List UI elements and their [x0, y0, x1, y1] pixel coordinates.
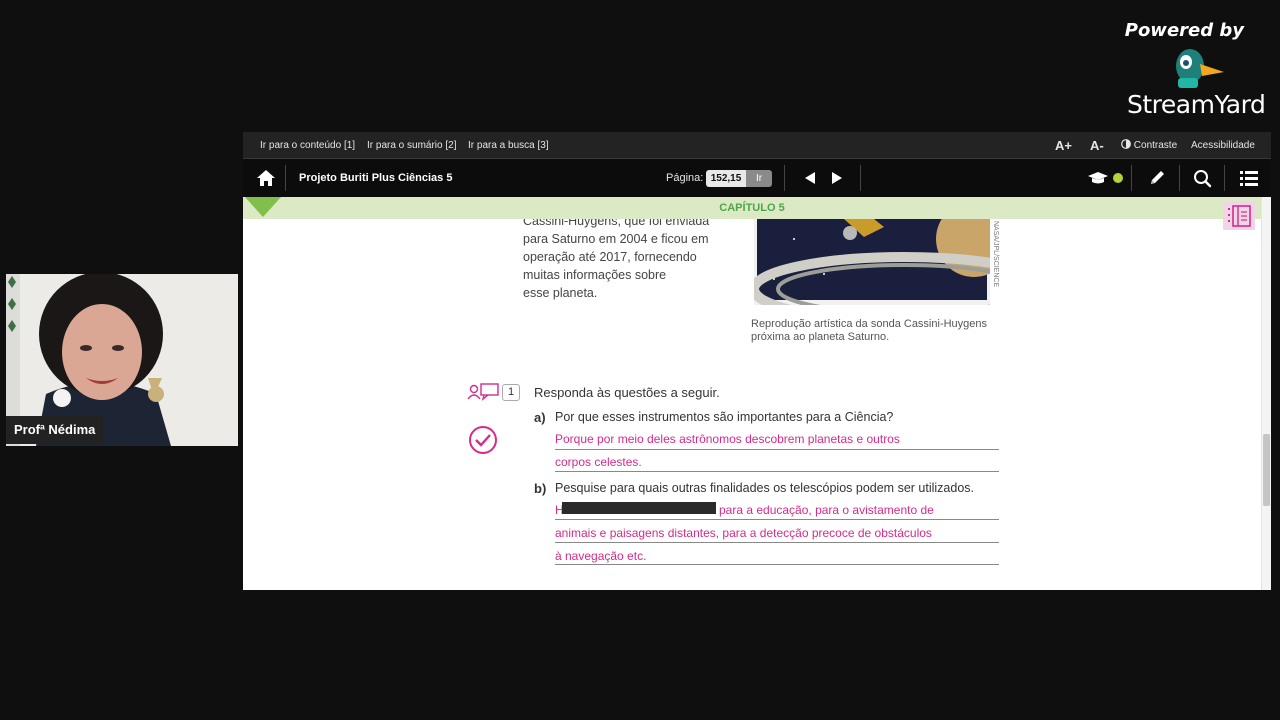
- answer-rule: [555, 449, 999, 450]
- intro-line: para Saturno em 2004 e ficou em: [523, 232, 709, 246]
- answer-rule: [555, 564, 999, 565]
- book-reader-window: Ir para o conteúdo [1] Ir para o sumário…: [243, 132, 1271, 590]
- skip-to-search-link[interactable]: Ir para a busca [3]: [468, 132, 549, 159]
- font-decrease-button[interactable]: A-: [1090, 132, 1104, 159]
- pencil-icon[interactable]: [1147, 168, 1169, 188]
- chapter-corner-marker: [245, 197, 281, 217]
- toolbar-divider: [1224, 165, 1225, 191]
- chapter-banner: CAPÍTULO 5: [243, 197, 1261, 219]
- image-caption: Reprodução artística da sonda Cassini-Hu…: [751, 318, 987, 344]
- main-toolbar: Projeto Buriti Plus Ciências 5 Página: 1…: [243, 159, 1271, 197]
- accessibility-bar: Ir para o conteúdo [1] Ir para o sumário…: [243, 132, 1271, 159]
- book-title: Projeto Buriti Plus Ciências 5: [299, 172, 453, 184]
- screen: Powered by StreamYard Profª Nédima Ir pa…: [0, 0, 1280, 720]
- answer-rule: [555, 519, 999, 520]
- page-label: Página:: [666, 172, 704, 184]
- answer-rule: [555, 542, 999, 543]
- answer-rule: [555, 471, 999, 472]
- accessibility-button[interactable]: Acessibilidade: [1191, 132, 1255, 159]
- question-number-badge: 1: [502, 384, 520, 401]
- previous-page-icon[interactable]: [799, 168, 821, 188]
- scrollbar-thumb[interactable]: [1263, 434, 1270, 506]
- item-a-answer-line: Porque por meio deles astrônomos descobr…: [555, 432, 900, 446]
- speaker-name-tag: Profª Nédima: [6, 416, 104, 444]
- home-icon[interactable]: [255, 168, 277, 188]
- intro-line: esse planeta.: [523, 286, 598, 300]
- checkmark-circle-icon[interactable]: [468, 425, 498, 455]
- skip-to-content-link[interactable]: Ir para o conteúdo [1]: [260, 132, 355, 159]
- next-page-icon[interactable]: [826, 168, 848, 188]
- toolbar-divider: [784, 165, 785, 191]
- intro-paragraph: Cassini-Huygens, que foi enviada para Sa…: [523, 219, 709, 302]
- page-number-input[interactable]: 152,15: [706, 170, 746, 187]
- caption-line: Reprodução artística da sonda Cassini-Hu…: [751, 318, 988, 330]
- book-page: Cassini-Huygens, que foi enviada para Sa…: [243, 219, 1261, 590]
- question-prompt: Responda às questões a seguir.: [534, 385, 720, 400]
- toolbar-divider: [285, 165, 286, 191]
- contrast-button[interactable]: Contraste: [1121, 132, 1177, 159]
- side-panel-icon[interactable]: [1223, 202, 1255, 230]
- intro-line: muitas informações sobre: [523, 268, 667, 282]
- group-discussion-icon: [467, 383, 499, 401]
- skip-to-summary-link[interactable]: Ir para o sumário [2]: [367, 132, 456, 159]
- item-a-question: Por que esses instrumentos são important…: [555, 410, 894, 424]
- caption-line: próxima ao planeta Saturno.: [751, 331, 890, 343]
- go-to-page-button[interactable]: Ir: [746, 170, 772, 187]
- image-credit: NASA/JPL/SCIENCE: [992, 221, 999, 288]
- redacted-text-block: [562, 502, 716, 514]
- toolbar-divider: [1179, 165, 1180, 191]
- font-increase-button[interactable]: A+: [1055, 132, 1072, 159]
- vertical-scrollbar[interactable]: [1261, 197, 1271, 590]
- contrast-icon: [1121, 139, 1131, 149]
- streamyard-duck-icon: [1176, 49, 1224, 88]
- item-a-label: a): [534, 410, 546, 425]
- intro-line: Cassini-Huygens, que foi enviada: [523, 219, 710, 228]
- item-b-question: Pesquise para quais outras finalidades o…: [555, 481, 974, 495]
- streamyard-wordmark: StreamYard: [1127, 90, 1266, 119]
- menu-list-icon[interactable]: [1238, 168, 1260, 188]
- intro-line: operação até 2017, fornecendo: [523, 250, 697, 264]
- item-a-answer-line: corpos celestes.: [555, 455, 642, 469]
- powered-by-label: Powered by: [1124, 20, 1244, 41]
- item-b-answer-line: para a educação, para o avistamento de: [719, 503, 934, 517]
- toolbar-divider: [1131, 165, 1132, 191]
- search-icon[interactable]: [1192, 168, 1214, 188]
- item-b-label: b): [534, 481, 547, 496]
- toolbar-divider: [860, 165, 861, 191]
- contrast-label: Contraste: [1133, 140, 1178, 151]
- item-b-answer-line: à navegação etc.: [555, 549, 647, 563]
- cassini-saturn-image: [754, 219, 990, 305]
- graduation-cap-icon[interactable]: [1087, 168, 1123, 188]
- item-b-answer-line: animais e paisagens distantes, para a de…: [555, 526, 932, 540]
